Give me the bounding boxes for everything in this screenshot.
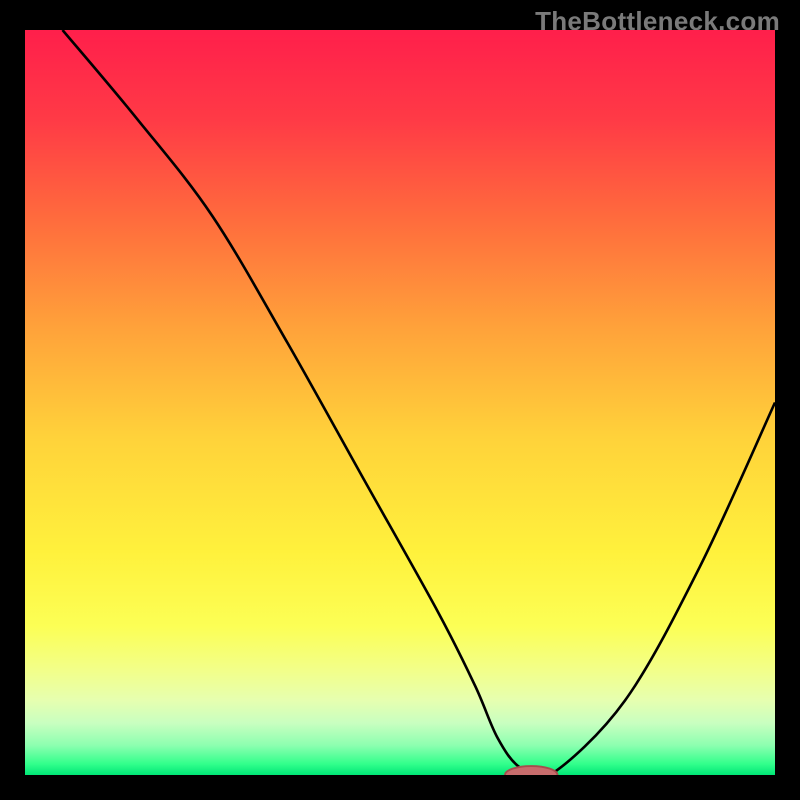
gradient-background	[25, 30, 775, 775]
bottleneck-chart	[25, 30, 775, 775]
chart-frame: TheBottleneck.com	[0, 0, 800, 800]
